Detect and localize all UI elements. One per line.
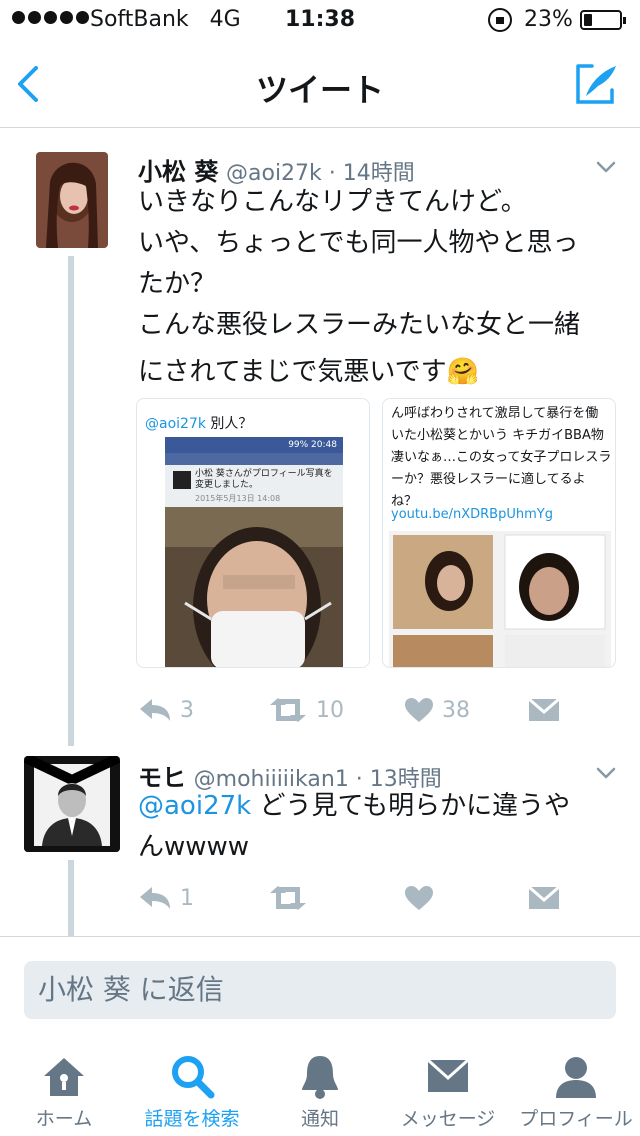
page-title: ツイート (255, 71, 384, 109)
thread-line (68, 256, 74, 746)
tweet-line: こんな悪役レスラーみたいな女と一緒 (138, 310, 581, 340)
envelope-icon (528, 885, 560, 909)
person-icon (556, 1057, 596, 1098)
reply-input[interactable]: 小松 葵 に返信 (24, 961, 616, 1019)
tab-label: メッセージ (400, 1108, 496, 1130)
retweet-icon (270, 886, 306, 910)
envelope-icon (528, 697, 560, 721)
tab-search[interactable]: 話題を検索 (128, 1036, 256, 1136)
embedded-status: 99% 20:48 (165, 437, 343, 453)
reply-button[interactable]: 3 (138, 690, 194, 730)
embedded-date: 2015年5月13日 14:08 (195, 494, 281, 503)
retweet-button[interactable]: 10 (268, 690, 344, 730)
mail-icon (426, 1058, 470, 1092)
avatar[interactable] (24, 756, 120, 852)
rotation-lock-icon (488, 8, 512, 32)
embedded-screenshot: 99% 20:48 小松 葵さんがプロフィール写真を変更しました。 2015年5… (165, 437, 343, 667)
tweet[interactable]: モヒ @mohiiiiikan1 · 13時間 @aoi27k どう見ても明らか… (0, 748, 640, 936)
tweet-text: @aoi27k どう見ても明らかに違うや んwwww (138, 791, 571, 862)
mention-link[interactable]: @aoi27k (138, 791, 251, 821)
retweet-count: 10 (316, 697, 344, 723)
tab-bar: ホーム 話題を検索 通知 メッセージ プロフィール (0, 1036, 640, 1136)
tweet-actions: 3 10 38 (138, 690, 618, 730)
like-button[interactable] (404, 878, 434, 918)
chevron-down-icon[interactable] (596, 160, 616, 174)
media-caption-mention: @aoi27k (145, 416, 206, 432)
reply-icon (140, 699, 170, 721)
tab-notifications[interactable]: 通知 (256, 1036, 384, 1136)
search-icon (172, 1056, 215, 1099)
reply-count: 1 (180, 885, 194, 911)
tweet-line: たか？ (138, 269, 217, 299)
media-text: ん呼ばわりされて激昂して暴行を働 いた小松葵とかいう キチガイBBA物 凄いなぁ… (391, 406, 612, 509)
media-caption: 別人？ (205, 416, 253, 432)
media-image[interactable]: ん呼ばわりされて激昂して暴行を働 いた小松葵とかいう キチガイBBA物 凄いなぁ… (382, 398, 616, 668)
tab-messages[interactable]: メッセージ (384, 1036, 512, 1136)
reply-bar: 小松 葵 に返信 (0, 936, 640, 1036)
direct-message-button[interactable] (528, 878, 560, 918)
bell-icon (302, 1056, 338, 1099)
like-count: 38 (442, 697, 470, 723)
tab-profile[interactable]: プロフィール (512, 1036, 640, 1136)
tweet[interactable]: 小松 葵 @aoi27k · 14時間 いきなりこんなリプきてんけど。 いや、ち… (0, 128, 640, 748)
heart-icon (405, 886, 433, 910)
photo (165, 507, 343, 667)
chevron-down-icon[interactable] (596, 766, 616, 780)
reply-button[interactable]: 1 (138, 878, 194, 918)
tab-label: 話題を検索 (144, 1108, 240, 1130)
thread-line (68, 860, 74, 936)
like-button[interactable]: 38 (404, 690, 470, 730)
tweet-actions: 1 (138, 878, 618, 918)
tab-label: 通知 (300, 1108, 339, 1130)
embedded-post: 小松 葵さんがプロフィール写真を変更しました。 (195, 469, 333, 490)
reply-count: 3 (180, 697, 194, 723)
compose-tweet-icon[interactable] (572, 62, 620, 108)
home-icon (44, 1058, 84, 1096)
navigation-bar: ツイート (0, 40, 640, 128)
tweet-line: にされてまじで気悪いです🤗 (138, 357, 479, 387)
reply-icon (140, 887, 170, 909)
tweet-text: いきなりこんなリプきてんけど。 いや、ちょっとでも同一人物やと思っ たか？ こん… (138, 182, 618, 393)
retweet-button[interactable] (268, 878, 308, 918)
tweet-line: いや、ちょっとでも同一人物やと思っ (138, 228, 579, 258)
tab-home[interactable]: ホーム (0, 1036, 128, 1136)
heart-icon (405, 698, 433, 722)
photo-collage (389, 531, 611, 667)
media-link[interactable]: youtu.be/nXDRBpUhmYg (391, 507, 553, 522)
media-image[interactable]: @aoi27k 別人？ 99% 20:48 小松 葵さんがプロフィール写真を変更… (136, 398, 370, 668)
direct-message-button[interactable] (528, 690, 560, 730)
tab-label: プロフィール (519, 1108, 633, 1130)
tweet-line: いきなりこんなリプきてんけど。 (138, 187, 527, 217)
retweet-icon (270, 698, 306, 722)
avatar[interactable] (36, 152, 108, 248)
media-grid: @aoi27k 別人？ 99% 20:48 小松 葵さんがプロフィール写真を変更… (136, 398, 616, 668)
status-bar: SoftBank 4G 11:38 23% (0, 0, 640, 40)
battery-percent: 23% (524, 7, 573, 32)
battery-icon (580, 10, 626, 30)
